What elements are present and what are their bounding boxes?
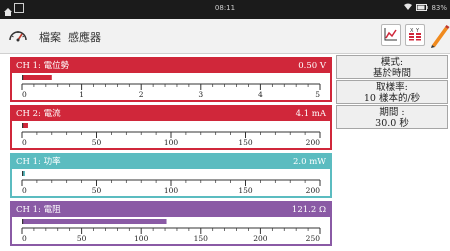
tick-label: 50 <box>92 186 102 195</box>
channel-value: 4.1 mA <box>295 109 326 119</box>
tick-label: 2 <box>139 90 144 99</box>
channel-header: CH 1: 功率 2.0 mW <box>12 155 330 169</box>
tick-label: 5 <box>315 90 320 99</box>
channel-scale: 0 50 100 150 200 250 <box>21 219 321 243</box>
channel-row[interactable]: CH 1: 電阻 121.2 Ω 0 50 100 150 200 250 <box>10 201 332 246</box>
tick-label: 0 <box>22 90 27 99</box>
tick-label: 150 <box>238 186 253 195</box>
duration-label: 期間 : <box>379 107 405 118</box>
mode-box[interactable]: 模式: 基於時間 <box>336 55 448 79</box>
channel-scale: 0 1 2 3 4 5 <box>21 75 321 99</box>
tick-label: 200 <box>306 186 321 195</box>
mode-label: 模式: <box>380 57 404 68</box>
table-icon: X Y <box>408 26 422 45</box>
channel-header: CH 2: 電流 4.1 mA <box>12 107 330 121</box>
channel-row[interactable]: CH 2: 電流 4.1 mA 0 50 100 150 200 <box>10 105 332 150</box>
tick-label: 0 <box>22 186 27 195</box>
channel-row[interactable]: CH 1: 電位勢 0.50 V 0 1 2 3 4 5 <box>10 57 332 102</box>
clock: 08:11 <box>214 4 236 12</box>
channel-value: 121.2 Ω <box>291 205 326 215</box>
sample-rate-value: 10 樣本的/秒 <box>363 93 421 104</box>
channel-row[interactable]: CH 1: 功率 2.0 mW 0 50 100 150 200 <box>10 153 332 198</box>
tick-label: 150 <box>238 138 253 147</box>
level-bar-start <box>22 75 24 80</box>
duration-value: 30.0 秒 <box>375 118 409 129</box>
channel-scale: 0 50 100 150 200 <box>21 123 321 147</box>
tick-label: 0 <box>22 234 27 243</box>
mode-value: 基於時間 <box>372 68 411 79</box>
level-bar-start <box>22 171 24 176</box>
tick-label: 50 <box>92 138 102 147</box>
graph-view-button[interactable] <box>381 24 401 46</box>
channel-header: CH 1: 電位勢 0.50 V <box>12 59 330 73</box>
tick-label: 1 <box>79 90 84 99</box>
sample-rate-label: 取樣率: <box>376 82 408 93</box>
channel-label: CH 1: 電位勢 <box>16 61 70 71</box>
graph-icon <box>384 26 398 45</box>
tick-label: 200 <box>253 234 268 243</box>
tick-label: 100 <box>164 138 179 147</box>
channel-label: CH 2: 電流 <box>16 109 61 119</box>
channel-value: 2.0 mW <box>292 157 326 167</box>
toolbar: 檔案 感應器 X Y <box>0 19 450 54</box>
tick-label: 150 <box>194 234 209 243</box>
tick-label: 50 <box>77 234 87 243</box>
duration-box[interactable]: 期間 : 30.0 秒 <box>336 105 448 129</box>
battery-percent: 83% <box>431 4 447 12</box>
wifi-icon <box>403 3 413 13</box>
status-icons: 83% <box>403 3 447 13</box>
sample-rate-box[interactable]: 取樣率: 10 樣本的/秒 <box>336 80 448 104</box>
level-bar-start <box>22 219 24 224</box>
tick-label: 100 <box>164 186 179 195</box>
level-bar <box>22 219 167 224</box>
tick-label: 4 <box>258 90 263 99</box>
menu-file[interactable]: 檔案 <box>39 29 61 45</box>
tick-label: 250 <box>306 234 321 243</box>
tick-label: 3 <box>198 90 203 99</box>
level-bar-start <box>22 123 24 128</box>
channel-label: CH 1: 電阻 <box>16 205 61 215</box>
channel-scale: 0 50 100 150 200 <box>21 171 321 195</box>
pencil-icon[interactable] <box>428 23 450 53</box>
status-bar: 08:11 83% <box>0 0 450 19</box>
tick-label: 100 <box>134 234 149 243</box>
menu-sensors[interactable]: 感應器 <box>68 29 101 45</box>
level-bar <box>22 75 52 80</box>
tick-label: 0 <box>22 138 27 147</box>
channel-value: 0.50 V <box>298 61 326 71</box>
channel-header: CH 1: 電阻 121.2 Ω <box>12 203 330 217</box>
tick-label: 200 <box>306 138 321 147</box>
gauge-icon[interactable] <box>8 26 28 48</box>
battery-icon <box>416 3 429 13</box>
channel-label: CH 1: 功率 <box>16 157 61 167</box>
table-view-button[interactable]: X Y <box>405 24 425 46</box>
